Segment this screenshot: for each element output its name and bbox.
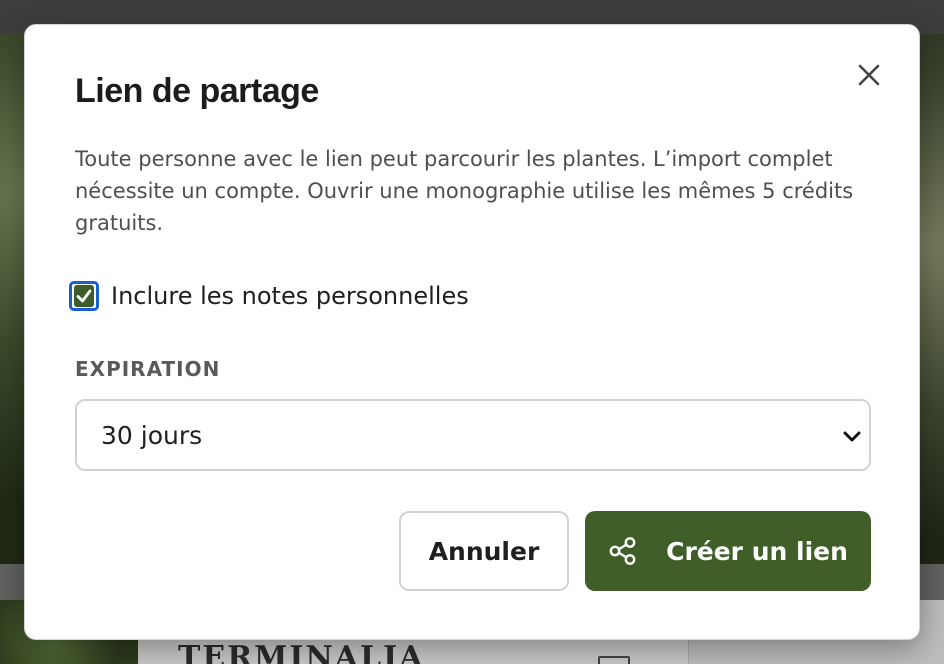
dialog-description: Toute personne avec le lien peut parcour…	[75, 147, 854, 235]
share-link-dialog: Lien de partage Toute personne avec le l…	[24, 24, 920, 640]
close-icon	[858, 64, 880, 86]
checkbox-fill	[74, 285, 94, 307]
cancel-button[interactable]: Annuler	[399, 511, 569, 591]
create-link-button[interactable]: Créer un lien	[585, 511, 871, 591]
expiration-selected-value: 30 jours	[101, 420, 203, 450]
checkmark-icon	[76, 289, 92, 303]
folder-icon	[598, 656, 630, 664]
include-notes-label: Inclure les notes personnelles	[111, 282, 469, 310]
dialog-title: Lien de partage	[75, 72, 319, 110]
chevron-down-icon	[843, 431, 861, 442]
close-button[interactable]	[853, 59, 885, 91]
share-icon	[608, 536, 638, 566]
expiration-select[interactable]: 30 jours	[75, 399, 871, 471]
create-link-label: Créer un lien	[666, 536, 848, 566]
expiration-label: EXPIRATION	[75, 357, 221, 381]
include-notes-checkbox[interactable]	[69, 281, 99, 311]
include-notes-option[interactable]: Inclure les notes personnelles	[69, 281, 469, 311]
background-card-title: TERMINALIA	[178, 640, 425, 664]
